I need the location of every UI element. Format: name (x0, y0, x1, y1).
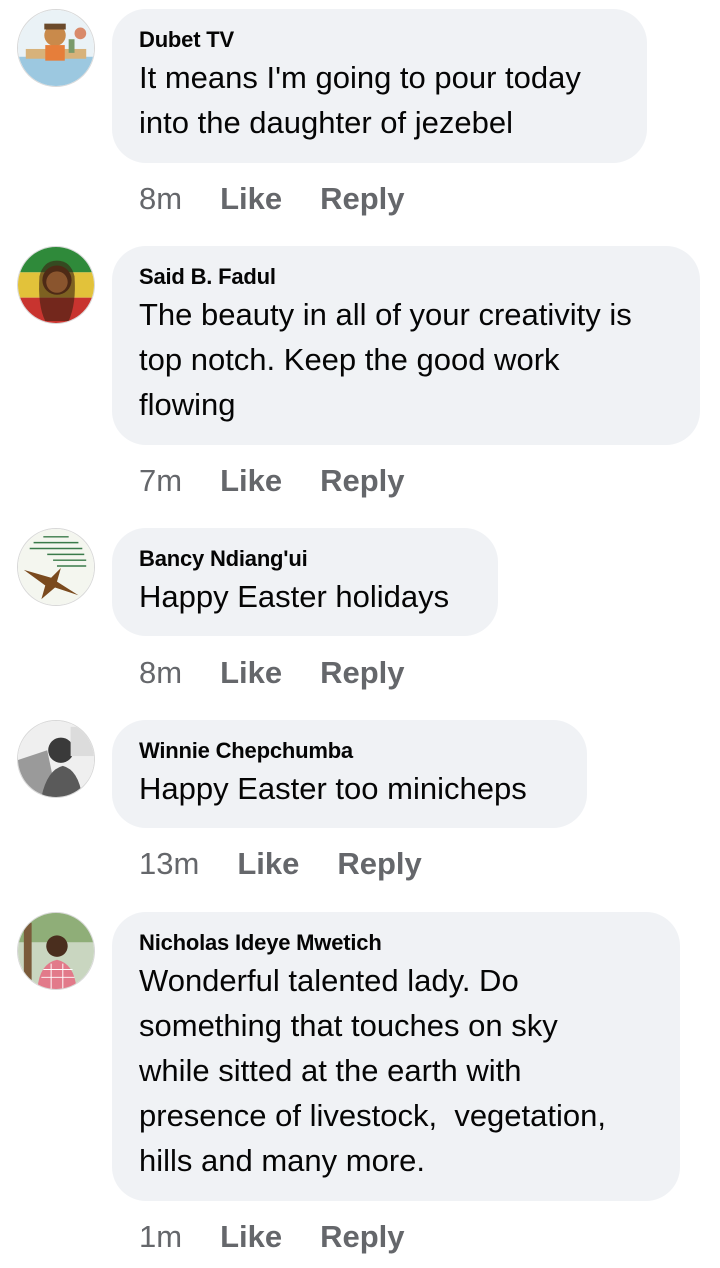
comment-bubble: Nicholas Ideye Mwetich Wonderful talente… (112, 912, 680, 1201)
comment-text: The beauty in all of your creativity is … (139, 297, 632, 422)
reply-button[interactable]: Reply (320, 463, 404, 499)
like-button[interactable]: Like (220, 655, 282, 691)
portrait-avatar-icon[interactable] (17, 246, 95, 324)
like-button[interactable]: Like (220, 181, 282, 217)
comment-text: Wonderful talented lady. Do something th… (139, 963, 606, 1178)
comment-bubble: Bancy Ndiang'ui Happy Easter holidays (112, 528, 498, 636)
comment-actions: 8m Like Reply (139, 181, 405, 217)
comment-author[interactable]: Dubet TV (139, 27, 621, 53)
photo-avatar-icon[interactable] (17, 720, 95, 798)
comment-time[interactable]: 1m (139, 1219, 182, 1255)
reply-button[interactable]: Reply (337, 846, 421, 882)
comment-time[interactable]: 13m (139, 846, 199, 882)
like-button[interactable]: Like (237, 846, 299, 882)
comment-bubble: Winnie Chepchumba Happy Easter too minic… (112, 720, 587, 828)
comment-text: Happy Easter holidays (139, 579, 450, 614)
comment-time[interactable]: 8m (139, 655, 182, 691)
comment-time[interactable]: 8m (139, 181, 182, 217)
reply-button[interactable]: Reply (320, 181, 404, 217)
eagle-avatar-icon[interactable] (17, 528, 95, 606)
like-button[interactable]: Like (220, 1219, 282, 1255)
comment-text: Happy Easter too minicheps (139, 771, 527, 806)
comment-actions: 7m Like Reply (139, 463, 405, 499)
comment-author[interactable]: Bancy Ndiang'ui (139, 546, 472, 572)
comment-text: It means I'm going to pour today into th… (139, 60, 581, 140)
comment-author[interactable]: Winnie Chepchumba (139, 738, 561, 764)
comment-bubble: Said B. Fadul The beauty in all of your … (112, 246, 700, 445)
comment-time[interactable]: 7m (139, 463, 182, 499)
comment-author[interactable]: Said B. Fadul (139, 264, 674, 290)
comment-actions: 13m Like Reply (139, 846, 422, 882)
comment-author[interactable]: Nicholas Ideye Mwetich (139, 930, 654, 956)
person-avatar-icon[interactable] (17, 912, 95, 990)
like-button[interactable]: Like (220, 463, 282, 499)
comment-bubble: Dubet TV It means I'm going to pour toda… (112, 9, 647, 163)
comment-actions: 8m Like Reply (139, 655, 405, 691)
cartoon-avatar-icon[interactable] (17, 9, 95, 87)
reply-button[interactable]: Reply (320, 1219, 404, 1255)
comment-actions: 1m Like Reply (139, 1219, 405, 1255)
reply-button[interactable]: Reply (320, 655, 404, 691)
